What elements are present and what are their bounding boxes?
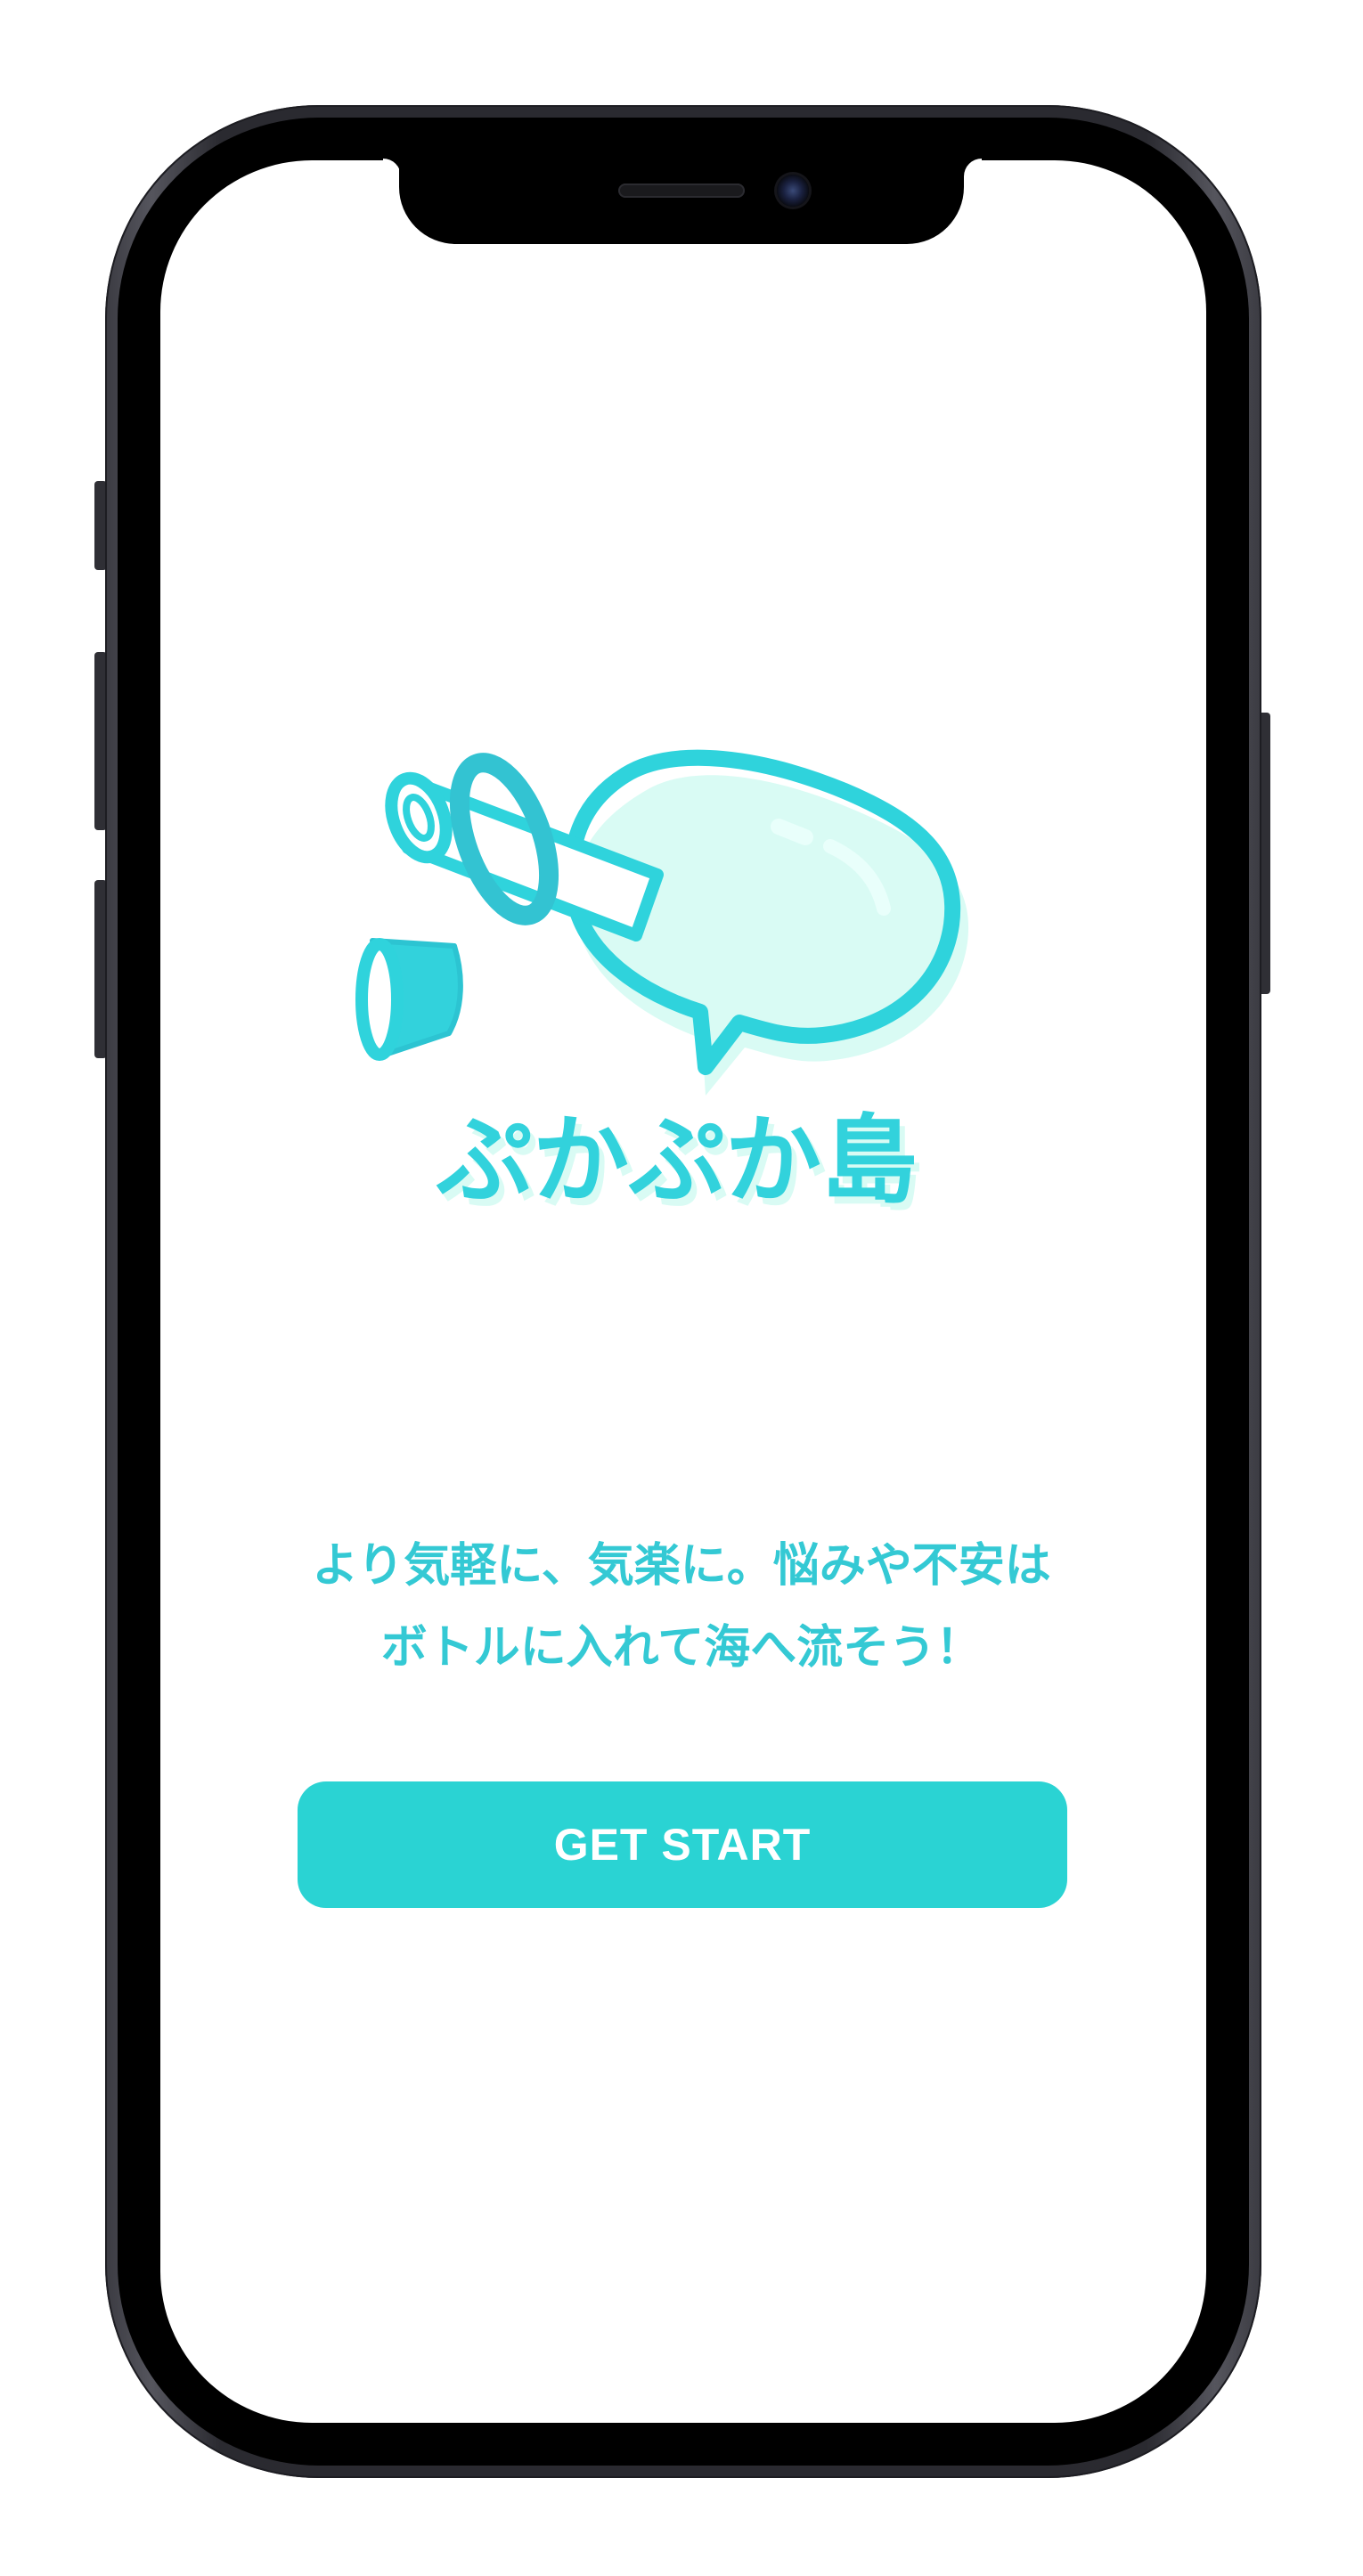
- highlight-1: [771, 819, 813, 845]
- notch-corner-right: [964, 159, 982, 176]
- tagline-line-1: より気軽に、気楽に。悩みや不安は: [312, 1539, 1051, 1593]
- app-screen: [160, 160, 1206, 2423]
- message-in-bottle-icon: ぷかぷか島 ぷかぷか島: [355, 749, 969, 1224]
- earpiece-speaker: [618, 183, 745, 198]
- app-logo: ぷかぷか島 ぷかぷか島: [353, 739, 1012, 1238]
- notch: [399, 159, 964, 244]
- tagline: より気軽に、気楽に。悩みや不安は ボトルに入れて海へ流そう！: [249, 1525, 1114, 1689]
- tagline-line-2: ボトルに入れて海へ流そう！: [380, 1621, 983, 1675]
- bottle-mouth: [385, 771, 453, 864]
- front-camera: [777, 175, 809, 207]
- bottle-cork-icon: [355, 938, 463, 1061]
- logo-text: ぷかぷか島: [436, 1105, 918, 1217]
- get-start-button[interactable]: GET START: [298, 1781, 1067, 1908]
- device-mockup: ぷかぷか島 ぷかぷか島 より気軽に、気楽に。悩みや不安は ボトルに入れて海へ流そ…: [0, 0, 1363, 2576]
- notch-corner-left: [383, 159, 401, 176]
